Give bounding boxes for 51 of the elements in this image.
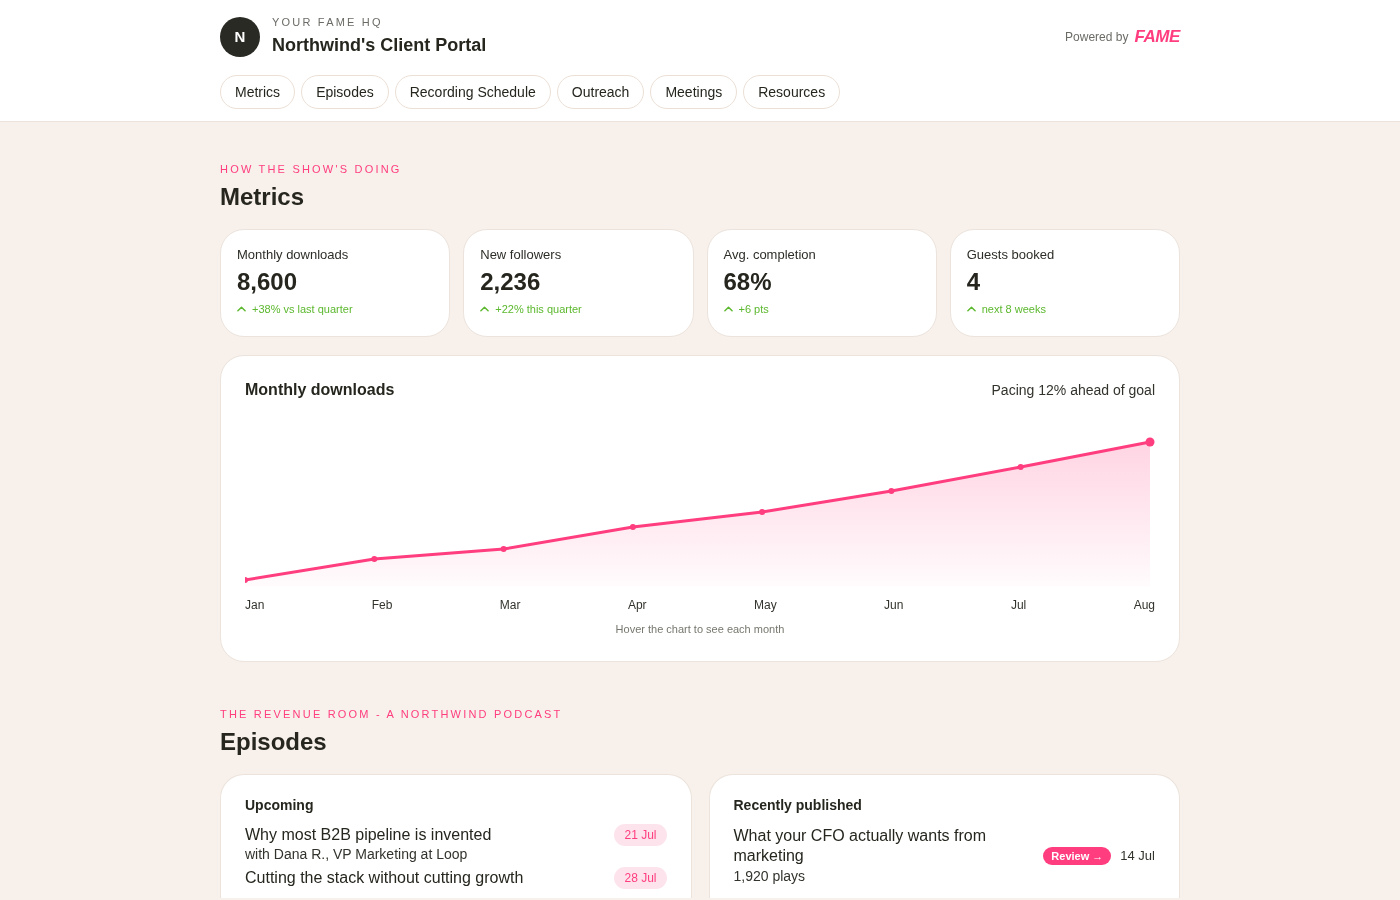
episode-guest: with Dana R., VP Marketing at Loop bbox=[245, 845, 469, 864]
card-title: Recently published bbox=[733, 796, 863, 815]
month-label: Jun bbox=[884, 597, 904, 613]
month-label: Apr bbox=[627, 597, 647, 613]
avatar: N bbox=[220, 17, 260, 57]
powered-by-label: Powered by bbox=[1065, 29, 1129, 46]
caret-up-icon bbox=[723, 306, 733, 312]
portal-eyebrow: YOUR FAME HQ bbox=[272, 15, 384, 29]
month-label: May bbox=[754, 597, 777, 613]
metric-label: Avg. completion bbox=[723, 246, 817, 264]
metric-value: 68% bbox=[723, 267, 773, 297]
caret-up-icon bbox=[480, 306, 490, 312]
card-title: Upcoming bbox=[245, 796, 315, 815]
chart-hint: Hover the chart to see each month bbox=[615, 622, 785, 637]
date-badge: 28 Jul bbox=[614, 867, 667, 889]
month-label: Aug bbox=[1133, 597, 1155, 613]
nav-tab[interactable]: Outreach bbox=[556, 75, 645, 109]
nav-tab[interactable]: Metrics bbox=[220, 75, 296, 109]
month-label: Mar bbox=[499, 597, 521, 613]
caret-up-icon bbox=[237, 306, 246, 312]
chart-note: Pacing 12% ahead of goal bbox=[991, 381, 1155, 400]
month-label: Jan bbox=[245, 597, 265, 613]
metric-value: 4 bbox=[966, 267, 982, 297]
date-badge: 21 Jul bbox=[614, 824, 667, 846]
metric-label: Monthly downloads bbox=[237, 246, 350, 264]
metric-delta: +38% vs last quarter bbox=[252, 302, 353, 317]
metric-delta: next 8 weeks bbox=[981, 302, 1046, 317]
portal-title: Northwind's Client Portal bbox=[272, 34, 487, 57]
section-heading: Metrics bbox=[220, 182, 306, 212]
metric-label: New followers bbox=[480, 246, 563, 264]
nav-tab[interactable]: Meetings bbox=[650, 75, 738, 109]
metric-value: 2,236 bbox=[480, 267, 542, 297]
play-count: 1,920 plays bbox=[733, 867, 807, 886]
caret-up-icon bbox=[966, 306, 976, 312]
chart-title: Monthly downloads bbox=[245, 380, 395, 400]
publish-date: 14 Jul bbox=[1120, 847, 1155, 866]
metric-delta: +6 pts bbox=[738, 302, 769, 317]
metric-label: Guests booked bbox=[966, 246, 1056, 264]
metric-delta: +22% this quarter bbox=[495, 302, 582, 317]
episode-title[interactable]: What your CFO actually wants from marketing bbox=[733, 826, 1024, 866]
nav-tab[interactable]: Episodes bbox=[301, 75, 389, 109]
month-label: Jul bbox=[1010, 597, 1027, 613]
episode-title[interactable]: Why most B2B pipeline is invented bbox=[245, 824, 492, 845]
month-label: Feb bbox=[371, 597, 393, 613]
nav-tab[interactable]: Resources bbox=[743, 75, 841, 109]
section-heading: Episodes bbox=[220, 727, 328, 757]
metric-value: 8,600 bbox=[237, 267, 299, 297]
section-eyebrow: THE REVENUE ROOM - A NORTHWIND PODCAST bbox=[220, 707, 564, 722]
section-eyebrow: HOW THE SHOW'S DOING bbox=[220, 162, 403, 177]
nav-tab[interactable]: Recording Schedule bbox=[394, 75, 551, 109]
episode-title[interactable]: Cutting the stack without cutting growth bbox=[245, 867, 524, 888]
